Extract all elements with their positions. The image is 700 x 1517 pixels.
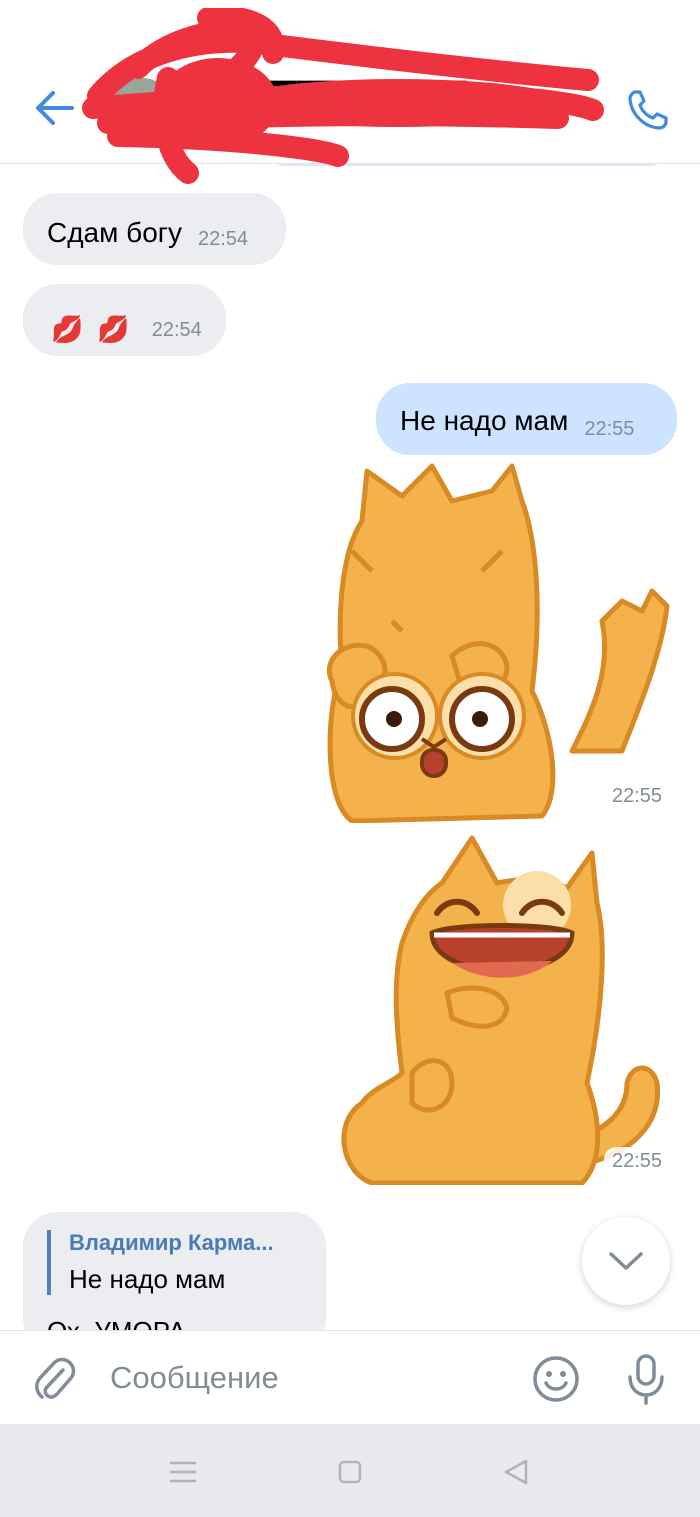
avatar[interactable] bbox=[110, 78, 174, 142]
message-time: 22:55 bbox=[584, 418, 635, 440]
emoji-button[interactable] bbox=[530, 1353, 582, 1405]
home-button[interactable] bbox=[332, 1454, 368, 1490]
message-bubble-incoming[interactable]: Сдам богу 22:54 bbox=[23, 193, 286, 265]
emoji-row: 💋 💋 bbox=[51, 316, 130, 342]
microphone-icon bbox=[628, 1354, 664, 1405]
contact-name: █████████████ bbox=[190, 82, 467, 115]
home-square-icon bbox=[338, 1460, 362, 1484]
message-bubble-outgoing[interactable]: Не надо мам 22:55 bbox=[376, 383, 677, 455]
scroll-down-button[interactable] bbox=[582, 1217, 670, 1305]
reply-quote[interactable]: Владимир Карма... Не надо мам bbox=[47, 1230, 317, 1295]
contact-info[interactable]: █████████████ bbox=[190, 82, 466, 116]
message-list[interactable]: Сдам богу 22:54 💋 💋 22:54 Не надо мам 22… bbox=[0, 165, 700, 1330]
system-navigation-bar bbox=[0, 1424, 700, 1517]
phone-icon bbox=[628, 90, 668, 130]
arrow-left-icon bbox=[36, 91, 74, 125]
kiss-emoji: 💋 bbox=[51, 314, 84, 344]
message-time: 22:55 bbox=[604, 1147, 671, 1176]
attach-button[interactable] bbox=[30, 1353, 80, 1403]
quote-text: Не надо мам bbox=[69, 1264, 226, 1294]
message-text: Ох, УМОРА bbox=[47, 1316, 186, 1330]
smile-icon bbox=[533, 1356, 579, 1402]
chat-header: █████████████ bbox=[0, 0, 700, 164]
sticker-shocked-cat[interactable] bbox=[322, 461, 672, 823]
message-time: 22:55 bbox=[604, 782, 671, 811]
microphone-button[interactable] bbox=[620, 1351, 672, 1407]
chevron-down-icon bbox=[609, 1252, 643, 1270]
menu-icon bbox=[169, 1461, 197, 1483]
paperclip-icon bbox=[35, 1357, 76, 1399]
message-input[interactable] bbox=[110, 1353, 510, 1403]
call-button[interactable] bbox=[622, 84, 674, 136]
message-text: Сдам богу bbox=[47, 217, 182, 248]
message-bubble-incoming-reply[interactable]: Владимир Карма... Не надо мам Ох, УМОРА bbox=[23, 1212, 326, 1330]
message-text: Не надо мам bbox=[400, 405, 569, 436]
message-composer bbox=[0, 1330, 700, 1424]
recent-apps-button[interactable] bbox=[165, 1454, 201, 1490]
sticker-laughing-cat[interactable] bbox=[332, 833, 664, 1185]
system-back-button[interactable] bbox=[498, 1454, 534, 1490]
back-button[interactable] bbox=[30, 86, 78, 130]
message-time: 22:54 bbox=[197, 228, 249, 250]
message-time: 22:54 bbox=[151, 319, 202, 341]
message-bubble-incoming[interactable]: 💋 💋 22:54 bbox=[23, 284, 226, 356]
back-triangle-icon bbox=[504, 1459, 528, 1485]
kiss-emoji: 💋 bbox=[97, 314, 130, 344]
quote-author: Владимир Карма... bbox=[69, 1230, 274, 1255]
